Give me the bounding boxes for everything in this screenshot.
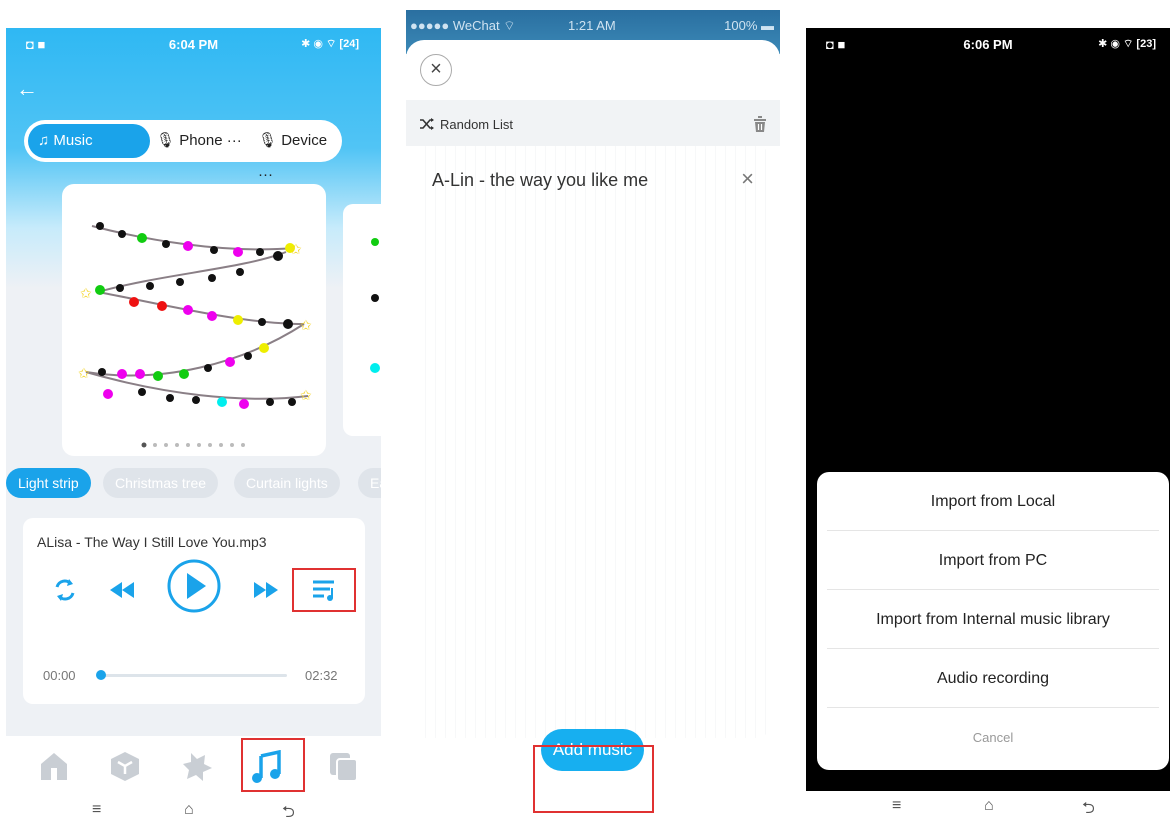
list-title: Random List (440, 117, 513, 132)
home-icon[interactable]: ⌂ (184, 801, 194, 819)
bottom-tab-bar (6, 736, 381, 800)
scene-card-next-preview[interactable] (343, 204, 381, 436)
status-carrier: ●●●●● WeChat ⌔ (410, 18, 516, 33)
current-time: 00:00 (43, 668, 76, 683)
progress-knob[interactable] (95, 670, 106, 680)
back-arrow-icon[interactable]: ← (16, 76, 38, 102)
audio-source-tabs: ♫ Music 🎙 Phone ··· 🎙 Device ··· (24, 120, 342, 183)
random-list-sheet: × Random List A-Lin - the way you like m… (406, 40, 780, 816)
tab-phone[interactable]: 🎙 Phone ··· (156, 124, 242, 158)
total-time: 02:32 (305, 668, 338, 683)
carousel-pagination (6, 436, 381, 454)
highlight-add-music-box (533, 745, 654, 813)
home-icon[interactable]: ⌂ (984, 797, 994, 815)
list-item[interactable]: A-Lin - the way you like me (432, 170, 648, 191)
shuffle-icon[interactable] (420, 118, 434, 130)
svg-text:✩: ✩ (290, 242, 302, 258)
status-right-icons: ✱ ◉ ⌔ [24] (301, 38, 359, 50)
song-title: ALisa - The Way I Still Love You.mp3 (37, 534, 267, 550)
scene-card-light-strip[interactable]: ✩ ✩ ✩ ✩ ✩ (62, 184, 326, 456)
repeat-icon[interactable] (51, 576, 79, 604)
chip-light-strip[interactable]: Light strip (6, 468, 91, 498)
highlight-playlist-box (292, 568, 356, 612)
status-bar: ◘ ■ 6:04 PM ✱ ◉ ⌔ [24] (6, 34, 381, 56)
more-tab-icon[interactable] (327, 750, 361, 782)
music-player: ALisa - The Way I Still Love You.mp3 00:… (23, 518, 365, 704)
status-time: 1:21 AM (568, 18, 616, 33)
system-nav-bar: ≡ ⌂ ⮌ (6, 799, 381, 823)
chip-more[interactable]: Ea (358, 468, 381, 498)
home-tab-icon[interactable] (37, 750, 71, 782)
import-action-sheet: Import from Local Import from PC Import … (817, 472, 1169, 770)
back-icon[interactable]: ⮌ (282, 801, 295, 823)
next-icon[interactable] (251, 576, 281, 604)
close-icon[interactable]: × (420, 54, 452, 86)
back-icon[interactable]: ⮌ (1082, 797, 1095, 823)
song-list: A-Lin - the way you like me × (416, 146, 768, 738)
svg-text:✩: ✩ (300, 388, 312, 404)
svg-text:✩: ✩ (300, 318, 312, 334)
music-control-screen: ◘ ■ 6:04 PM ✱ ◉ ⌔ [24] ← ♫ Music 🎙 Phone… (6, 28, 381, 823)
trash-icon[interactable] (752, 115, 768, 133)
import-library-option[interactable]: Import from Internal music library (827, 590, 1159, 649)
svg-text:✩: ✩ (78, 366, 90, 382)
progress-bar[interactable] (95, 670, 287, 680)
chip-christmas-tree[interactable]: Christmas tree (103, 468, 219, 498)
cancel-button[interactable]: Cancel (827, 708, 1159, 767)
svg-text:✩: ✩ (80, 286, 92, 302)
status-bar: ◘ ■ 6:06 PM ✱ ◉ ⌔ [23] (806, 34, 1170, 56)
import-options-screen: ◘ ■ 6:06 PM ✱ ◉ ⌔ [23] Import from Local… (806, 28, 1170, 823)
play-icon[interactable] (166, 558, 222, 614)
chip-curtain-lights[interactable]: Curtain lights (234, 468, 340, 498)
random-list-screen: ●●●●● WeChat ⌔ 1:21 AM 100% ▬ × Random L… (406, 10, 780, 816)
import-local-option[interactable]: Import from Local (827, 472, 1159, 531)
device-tab-icon[interactable] (108, 750, 142, 782)
list-header: Random List (406, 100, 780, 146)
status-right-icons: ✱ ◉ ⌔ [23] (1098, 38, 1156, 50)
scene-chips: Light strip Christmas tree Curtain light… (6, 468, 381, 498)
audio-recording-option[interactable]: Audio recording (827, 649, 1159, 708)
import-pc-option[interactable]: Import from PC (827, 531, 1159, 590)
status-battery: 100% ▬ (724, 18, 774, 33)
highlight-music-tab-box (241, 738, 305, 792)
system-nav-bar: ≡ ⌂ ⮌ (806, 791, 1170, 823)
menu-icon[interactable]: ≡ (92, 801, 101, 819)
light-strip-illustration: ✩ ✩ ✩ ✩ ✩ (78, 222, 312, 409)
previous-icon[interactable] (107, 576, 137, 604)
effects-tab-icon[interactable] (181, 750, 215, 782)
menu-icon[interactable]: ≡ (892, 797, 901, 815)
light-strip-preview (370, 238, 380, 373)
tab-music[interactable]: ♫ Music (28, 124, 150, 158)
tab-device[interactable]: 🎙 Device ··· (258, 124, 342, 183)
remove-song-icon[interactable]: × (741, 166, 754, 192)
